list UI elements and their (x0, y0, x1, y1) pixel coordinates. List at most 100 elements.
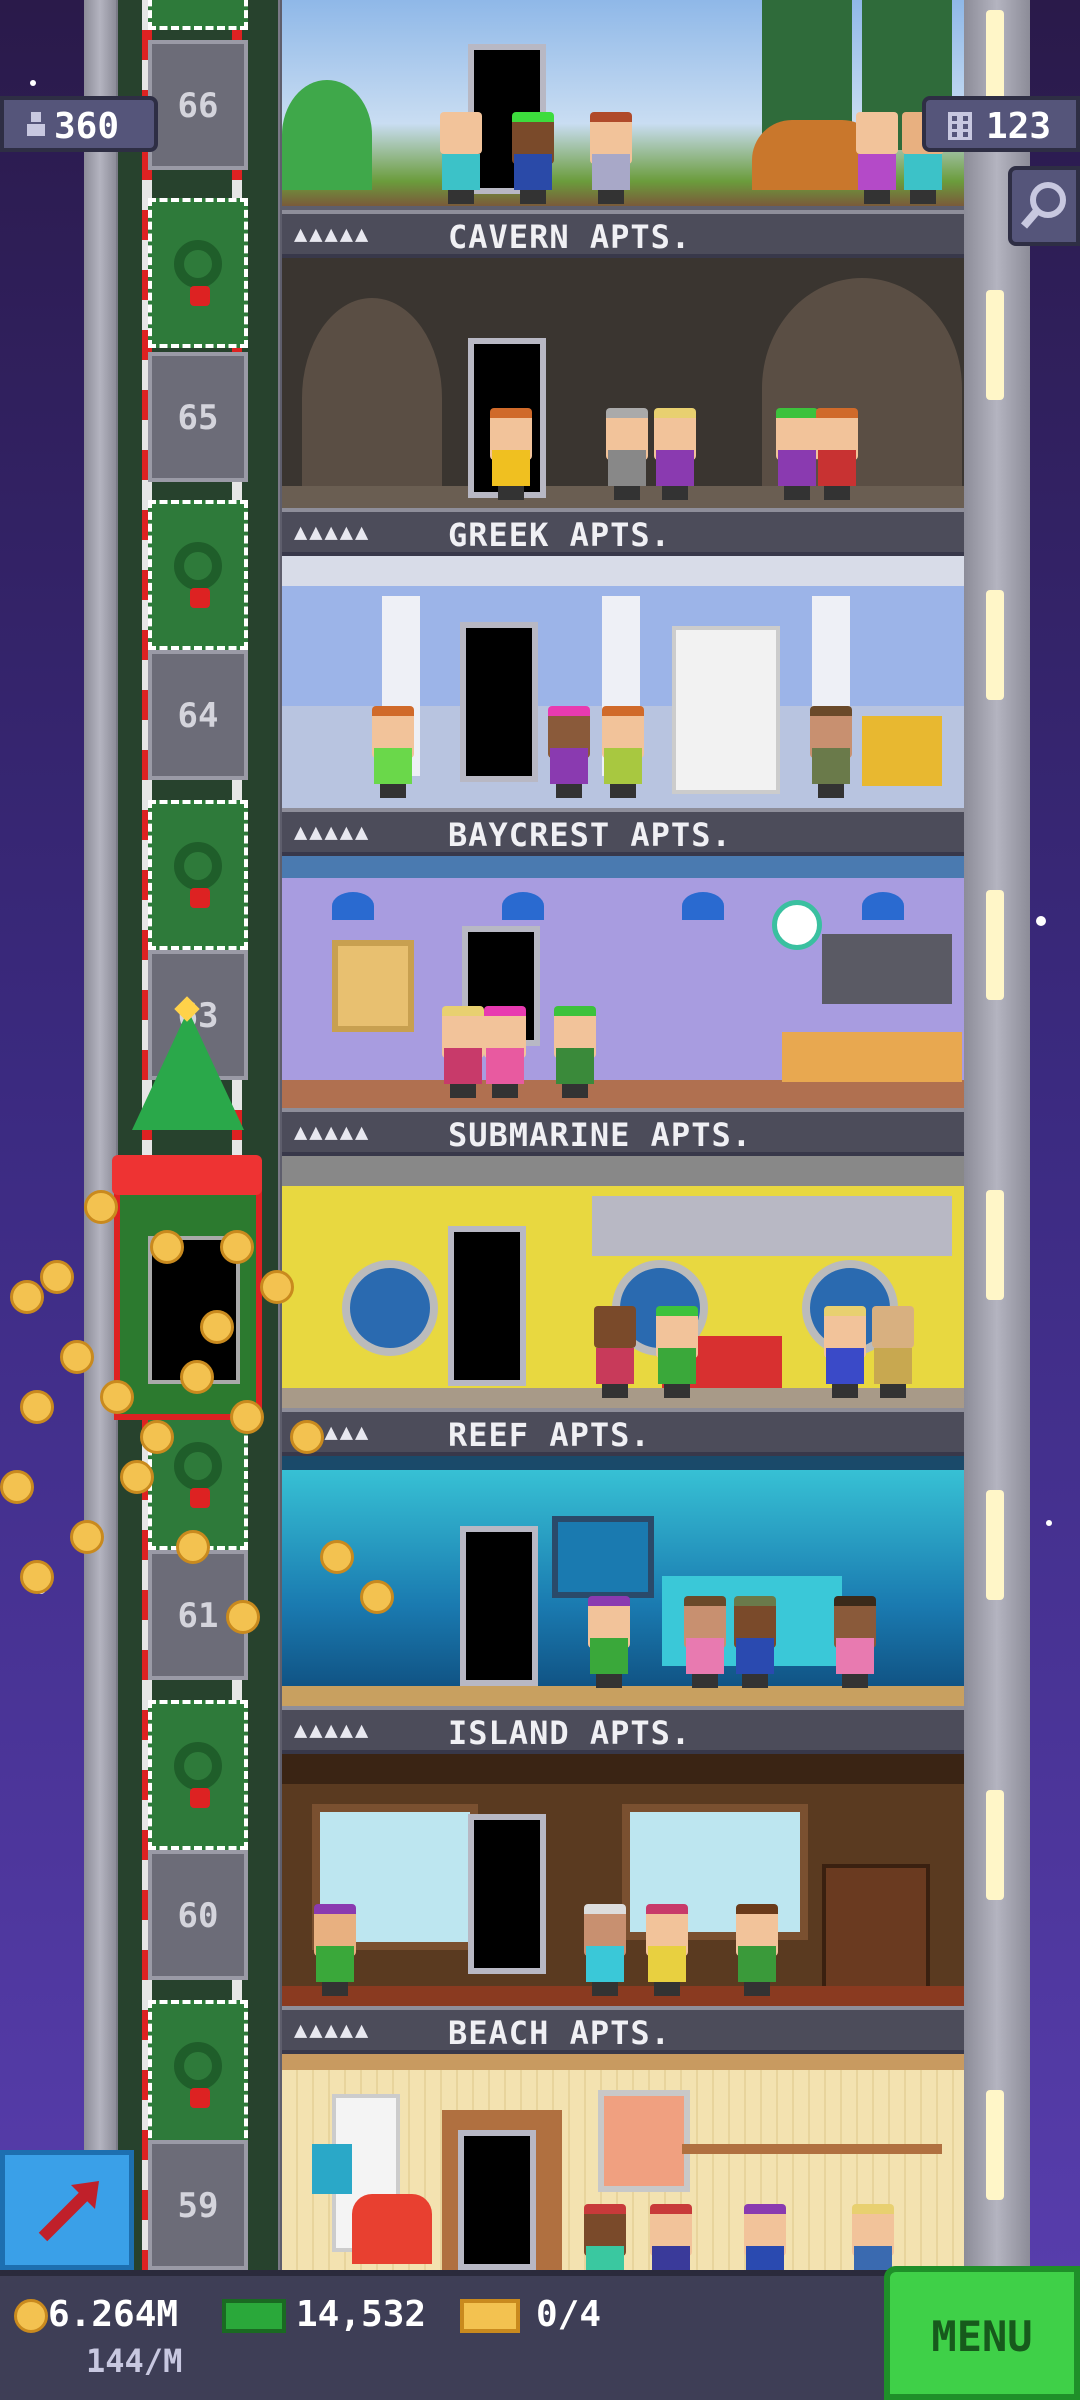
floor-number: 60 (177, 1896, 219, 1936)
christmas-tree-icon (132, 1010, 244, 1130)
tenant[interactable] (732, 1596, 778, 1688)
floor-room-66[interactable] (282, 0, 966, 206)
tenant[interactable] (648, 2204, 694, 2270)
floor-rating: ▲▲▲▲▲ (294, 2018, 371, 2043)
floor-rating: ▲▲▲▲▲ (294, 1718, 371, 1743)
bux-display[interactable]: 14,532 (222, 2294, 426, 2335)
coins-rate: 144/M (86, 2342, 183, 2380)
room-door[interactable] (458, 2130, 536, 2270)
building-icon (948, 112, 972, 140)
floor-name: ISLAND APTS. (448, 1714, 692, 1752)
coin-icon (14, 2299, 48, 2333)
tenant[interactable] (582, 2204, 628, 2270)
coins-value: 6.264M (48, 2294, 179, 2335)
tenant[interactable] (582, 1904, 628, 1996)
tenant[interactable] (592, 1306, 638, 1398)
floor-room-62[interactable] (282, 1156, 966, 1408)
tenant[interactable] (822, 1306, 868, 1398)
tenant[interactable] (552, 1006, 598, 1098)
tenant[interactable] (440, 1006, 486, 1098)
elevator-shaft[interactable]: 66 65 64 63 62 61 60 59 (118, 0, 278, 2270)
coins-display[interactable]: 6.264M (14, 2294, 178, 2335)
person-icon (27, 112, 45, 136)
floor-name: REEF APTS. (448, 1416, 651, 1454)
floor-label-beach[interactable]: ▲▲▲▲▲ BEACH APTS. (282, 2006, 966, 2054)
floor-number: 64 (177, 696, 219, 736)
floor-room-60[interactable] (282, 1754, 966, 2006)
wreath-icon (148, 1700, 248, 1850)
room-door[interactable] (460, 622, 538, 782)
shaft-floor-60: 60 (148, 1850, 248, 1980)
elevator-jump-button[interactable] (0, 2150, 134, 2270)
tenant[interactable] (482, 1006, 528, 1098)
floor-room-65[interactable] (282, 258, 966, 508)
floor-label-cavern[interactable]: ▲▲▲▲▲ CAVERN APTS. (282, 210, 966, 258)
magnifier-icon (1020, 182, 1066, 229)
shaft-floor-59: 59 (148, 2140, 248, 2270)
tenant[interactable] (438, 112, 484, 204)
search-button[interactable] (1008, 166, 1080, 246)
tenant[interactable] (832, 1596, 878, 1688)
floor-room-63[interactable] (282, 856, 966, 1108)
elevator-car-roof (112, 1155, 262, 1195)
menu-button[interactable]: MENU (884, 2266, 1080, 2400)
floor-label-greek[interactable]: ▲▲▲▲▲ GREEK APTS. (282, 508, 966, 556)
tenant[interactable] (312, 1904, 358, 1996)
tenant[interactable] (850, 2204, 896, 2270)
wreath-icon (148, 800, 248, 950)
floor-number: 59 (177, 2186, 219, 2226)
floor-label-island[interactable]: ▲▲▲▲▲ ISLAND APTS. (282, 1706, 966, 1754)
tenant[interactable] (588, 112, 634, 204)
floor-number: 65 (177, 398, 219, 438)
tenant[interactable] (370, 706, 416, 798)
bux-value: 14,532 (296, 2294, 427, 2335)
tenant[interactable] (586, 1596, 632, 1688)
floor-count-counter[interactable]: 123 (922, 96, 1080, 152)
floor-number: 66 (177, 86, 219, 126)
floor-name: BAYCREST APTS. (448, 816, 732, 854)
shaft-floor-65: 65 (148, 352, 248, 482)
tenant[interactable] (546, 706, 592, 798)
room-door[interactable] (448, 1226, 526, 1386)
floor-room-59[interactable] (282, 2054, 966, 2270)
tenant[interactable] (644, 1904, 690, 1996)
wreath-icon (148, 198, 248, 348)
tenant[interactable] (742, 2204, 788, 2270)
tenant[interactable] (682, 1596, 728, 1688)
arrow-up-right-icon (38, 2181, 99, 2242)
floor-count-value: 123 (986, 106, 1052, 147)
menu-label: MENU (931, 2312, 1033, 2361)
tenant[interactable] (604, 408, 650, 500)
room-door[interactable] (460, 1526, 538, 1686)
floor-name: SUBMARINE APTS. (448, 1116, 752, 1154)
tenant[interactable] (870, 1306, 916, 1398)
wreath-icon (148, 2000, 248, 2150)
tenant[interactable] (654, 1306, 700, 1398)
population-value: 360 (54, 106, 120, 147)
floor-rating: ▲▲▲▲▲ (294, 222, 371, 247)
floor-name: CAVERN APTS. (448, 218, 692, 256)
tenant[interactable] (854, 112, 900, 204)
tenant[interactable] (600, 706, 646, 798)
floor-label-reef[interactable]: ▲▲▲▲▲ REEF APTS. (282, 1408, 966, 1456)
ticket-icon (460, 2299, 520, 2333)
floor-rating: ▲▲▲▲▲ (294, 820, 371, 845)
tenant[interactable] (808, 706, 854, 798)
population-counter[interactable]: 360 (0, 96, 158, 152)
floor-label-submarine[interactable]: ▲▲▲▲▲ SUBMARINE APTS. (282, 1108, 966, 1156)
bux-icon (222, 2299, 286, 2333)
floor-rating: ▲▲▲▲▲ (294, 1120, 371, 1145)
floor-name: GREEK APTS. (448, 516, 671, 554)
tenant[interactable] (510, 112, 556, 204)
tenant[interactable] (652, 408, 698, 500)
tickets-display[interactable]: 0/4 (460, 2294, 601, 2335)
shaft-floor-64: 64 (148, 650, 248, 780)
tenant[interactable] (814, 408, 860, 500)
floor-room-64[interactable] (282, 556, 966, 808)
tickets-value: 0/4 (536, 2294, 602, 2335)
tower-right-pillar (964, 0, 1030, 2270)
tenant[interactable] (488, 408, 534, 500)
floor-label-baycrest[interactable]: ▲▲▲▲▲ BAYCREST APTS. (282, 808, 966, 856)
tenant[interactable] (734, 1904, 780, 1996)
room-door[interactable] (468, 1814, 546, 1974)
